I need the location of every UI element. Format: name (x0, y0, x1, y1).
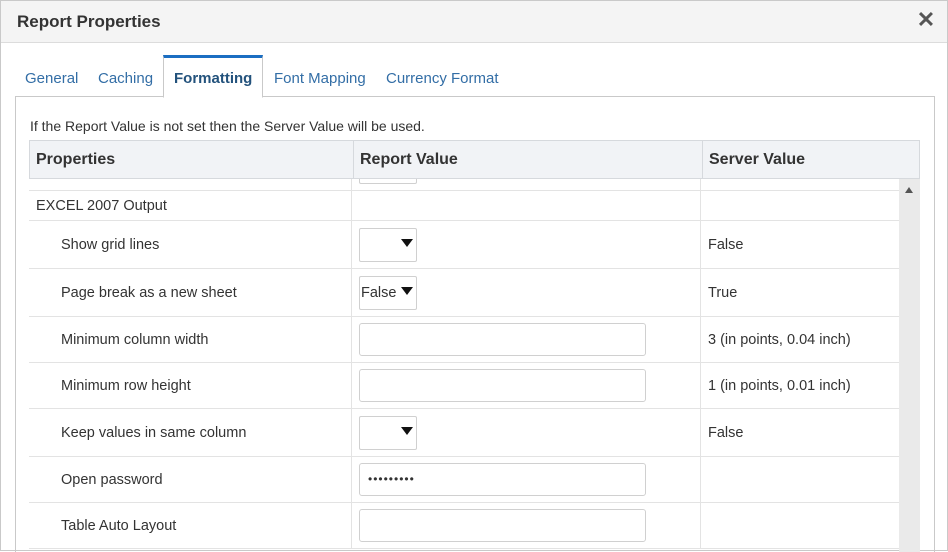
cell-server-value (701, 191, 899, 220)
partial-select[interactable] (359, 179, 417, 184)
server-value: 1 (in points, 0.01 inch) (708, 377, 851, 394)
section-label: EXCEL 2007 Output (29, 191, 352, 220)
table-header: Properties Report Value Server Value (29, 140, 920, 179)
min-column-width-field[interactable] (359, 323, 646, 356)
row-label: Page break as a new sheet (29, 269, 352, 316)
tab-currency-format[interactable]: Currency Format (376, 55, 509, 97)
server-value (701, 503, 899, 548)
cell-report-value: ••••••••• (352, 457, 701, 502)
column-header-report-value: Report Value (353, 141, 703, 178)
dialog-titlebar: Report Properties ✕ (1, 1, 947, 43)
server-value: 3 (in points, 0.04 inch) (708, 331, 851, 348)
tab-general[interactable]: General (15, 55, 88, 97)
row-label: Open password (29, 457, 352, 502)
select-value: False (361, 285, 397, 301)
info-note: If the Report Value is not set then the … (30, 118, 425, 134)
server-value: False (708, 236, 744, 253)
min-row-height-field[interactable] (359, 369, 646, 402)
cell-report-value (352, 409, 701, 456)
column-header-server-value: Server Value (702, 141, 919, 178)
page-break-select[interactable]: False (359, 276, 417, 310)
chevron-down-icon (401, 427, 413, 435)
show-grid-lines-select[interactable] (359, 228, 417, 262)
table-row-table-auto-layout: Table Auto Layout (29, 503, 899, 549)
table-row-open-password: Open password ••••••••• (29, 457, 899, 503)
row-label: Show grid lines (29, 221, 352, 268)
cell-report-value (352, 179, 701, 190)
keep-values-select[interactable] (359, 416, 417, 450)
table-row-min-row-height: Minimum row height 1 (in points, 0.01 in… (29, 363, 899, 409)
chevron-down-icon (401, 287, 413, 295)
server-value: True (708, 284, 738, 301)
close-icon[interactable]: ✕ (915, 9, 937, 31)
table-row-min-column-width: Minimum column width 3 (in points, 0.04 … (29, 317, 899, 363)
chevron-down-icon (401, 239, 413, 247)
cell-report-value (352, 363, 701, 408)
report-properties-dialog: Report Properties ✕ General Caching Form… (0, 0, 948, 552)
row-label: Keep values in same column (29, 409, 352, 456)
tab-bar: General Caching Formatting Font Mapping … (15, 55, 935, 98)
row-label: Minimum column width (29, 317, 352, 362)
server-value (701, 457, 899, 502)
cell-label (29, 179, 352, 190)
table-body[interactable]: EXCEL 2007 Output Show grid lines False … (29, 179, 899, 552)
row-label: Table Auto Layout (29, 503, 352, 548)
server-value: False (708, 424, 744, 441)
cell-report-value (352, 191, 701, 220)
vertical-scrollbar[interactable] (899, 179, 920, 552)
cell-report-value (352, 221, 701, 268)
scroll-up-icon[interactable] (905, 187, 913, 193)
table-row-partial (29, 179, 899, 191)
cell-report-value: False (352, 269, 701, 316)
table-row-keep-values: Keep values in same column False (29, 409, 899, 457)
column-header-properties: Properties (36, 151, 116, 168)
cell-report-value (352, 317, 701, 362)
cell-report-value (352, 503, 701, 548)
table-row-show-grid-lines: Show grid lines False (29, 221, 899, 269)
dialog-title: Report Properties (17, 12, 161, 31)
table-row-page-break: Page break as a new sheet False True (29, 269, 899, 317)
table-row-section: EXCEL 2007 Output (29, 191, 899, 221)
tab-formatting[interactable]: Formatting (163, 55, 264, 98)
table-auto-layout-field[interactable] (359, 509, 646, 542)
tab-font-mapping[interactable]: Font Mapping (264, 55, 376, 97)
tab-caching[interactable]: Caching (88, 55, 163, 97)
row-label: Minimum row height (29, 363, 352, 408)
open-password-field[interactable]: ••••••••• (359, 463, 646, 496)
cell-server-value (701, 179, 899, 190)
